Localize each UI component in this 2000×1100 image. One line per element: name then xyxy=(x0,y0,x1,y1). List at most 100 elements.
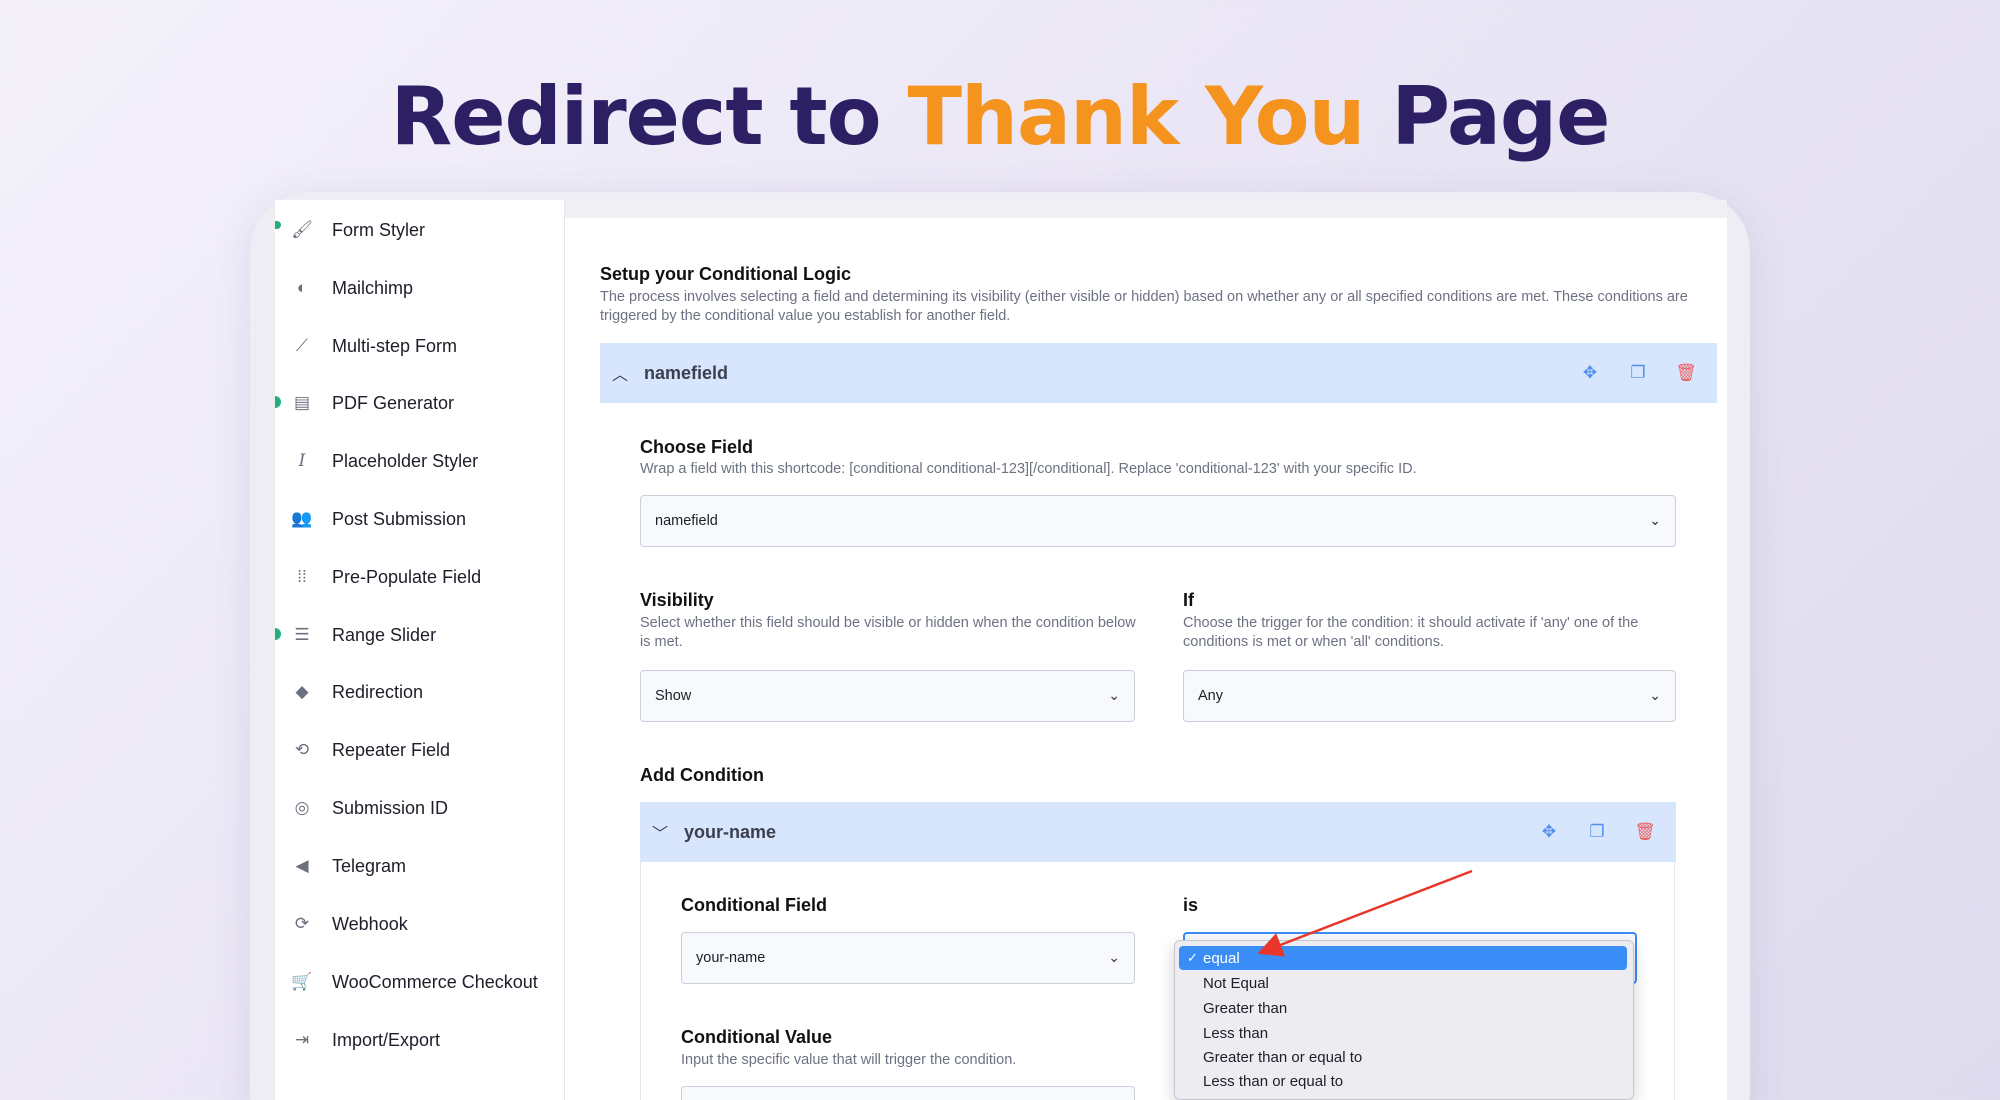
sidebar-item-label: Import/Export xyxy=(332,1029,441,1050)
sidebar-item-label: Telegram xyxy=(332,855,407,876)
sidebar-item-label: Repeater Field xyxy=(332,739,451,760)
sidebar-item-label: Placeholder Styler xyxy=(332,450,479,471)
option-label: Greater than xyxy=(1203,999,1288,1017)
panel-header-namefield[interactable]: ︿ namefield ✥ ❐ 🗑 xyxy=(600,343,1717,403)
choose-field-help: Wrap a field with this shortcode: [condi… xyxy=(640,461,1417,477)
sidebar-item-mailchimp[interactable]: ◐ Mailchimp xyxy=(290,268,413,308)
sidebar-item-pre-populate-field[interactable]: ⁞⁞ Pre-Populate Field xyxy=(290,557,481,597)
sidebar-item-redirection[interactable]: ◆ Redirection xyxy=(290,672,423,712)
chevron-down-icon: ⌄ xyxy=(1108,687,1120,703)
choose-field-label: Choose Field xyxy=(640,437,754,457)
visibility-help: Select whether this field should be visi… xyxy=(640,615,1136,650)
conditional-value-help: Input the specific value that will trigg… xyxy=(681,1052,1017,1068)
headline-accent: Thank You xyxy=(907,70,1365,163)
if-value: Any xyxy=(1198,688,1223,704)
diamond-icon: ◆ xyxy=(295,682,309,701)
status-dot xyxy=(275,628,281,640)
sidebar-item-submission-id[interactable]: ◎ Submission ID xyxy=(290,788,448,828)
visibility-value: Show xyxy=(655,688,692,704)
option-label: equal xyxy=(1203,949,1240,967)
sidebar-item-placeholder-styler[interactable]: I Placeholder Styler xyxy=(290,441,478,481)
telegram-icon: ◀ xyxy=(295,856,309,875)
sidebar-item-post-submission[interactable]: 👥 Post Submission xyxy=(290,499,466,539)
chevron-down-icon: ⌄ xyxy=(1108,949,1120,965)
is-label: is xyxy=(1183,895,1199,915)
panel-title: namefield xyxy=(644,362,729,383)
is-dropdown-menu: ✓ equal Not Equal Greater than Less than… xyxy=(1174,940,1634,1100)
conditional-value-input[interactable] xyxy=(681,1086,1135,1100)
condition-header-your-name[interactable]: ﹀ your-name ✥ ❐ 🗑 xyxy=(640,802,1676,862)
trash-icon[interactable]: 🗑 xyxy=(1634,822,1656,842)
status-dot xyxy=(275,396,281,408)
brush-icon: 🖌 xyxy=(291,220,313,239)
headline-text-1: Redirect to xyxy=(390,70,908,163)
section-title: Setup your Conditional Logic xyxy=(600,264,851,284)
sidebar-item-label: Form Styler xyxy=(332,219,426,240)
conditional-field-value: your-name xyxy=(696,950,766,966)
move-icon[interactable]: ✥ xyxy=(1538,822,1560,842)
sidebar-item-label: Mailchimp xyxy=(332,277,414,298)
italic-icon: I xyxy=(298,451,306,471)
import-export-icon: ⇥ xyxy=(294,1030,310,1049)
sidebar-item-label: Submission ID xyxy=(332,797,449,818)
sidebar-item-label: Range Slider xyxy=(332,624,437,645)
status-dot xyxy=(275,221,281,229)
if-label: If xyxy=(1183,590,1194,610)
sidebar-item-telegram[interactable]: ◀ Telegram xyxy=(290,846,406,886)
cart-icon: 🛒 xyxy=(291,972,313,991)
sidebar-item-import-export[interactable]: ⇥ Import/Export xyxy=(290,1020,440,1060)
section-description: The process involves selecting a field a… xyxy=(600,289,1688,324)
conditional-field-select[interactable]: your-name ⌄ xyxy=(681,932,1135,984)
chevron-down-icon: ⌄ xyxy=(1649,512,1661,528)
chevron-up-icon[interactable]: ︿ xyxy=(612,361,628,385)
headline-text-2: Page xyxy=(1364,70,1610,163)
sidebar: 🖌 Form Styler ◐ Mailchimp ⟋ Multi-step F… xyxy=(275,200,565,1100)
sidebar-item-range-slider[interactable]: ☰ Range Slider xyxy=(290,615,436,655)
conditional-field-label: Conditional Field xyxy=(681,895,827,915)
duplicate-icon[interactable]: ❐ xyxy=(1586,822,1608,842)
dropdown-option-not-equal[interactable]: Not Equal xyxy=(1179,971,1627,995)
page-headline: Redirect to Thank You Page xyxy=(0,70,2000,163)
sidebar-item-label: WooCommerce Checkout xyxy=(332,971,538,992)
move-icon[interactable]: ✥ xyxy=(1579,363,1601,383)
checkmark-icon: ✓ xyxy=(1187,950,1198,965)
repeat-icon: ⟲ xyxy=(294,740,310,759)
trash-icon[interactable]: 🗑 xyxy=(1675,363,1697,383)
choose-field-value: namefield xyxy=(655,513,718,529)
sliders-icon: ☰ xyxy=(294,625,310,644)
steps-icon: ⟋ xyxy=(296,336,308,355)
grid-icon: ⁞⁞ xyxy=(297,567,307,586)
pdf-icon: ▤ xyxy=(293,393,311,412)
sidebar-item-label: Multi-step Form xyxy=(332,335,458,356)
sidebar-item-label: Webhook xyxy=(332,913,408,934)
sidebar-item-webhook[interactable]: ⟳ Webhook xyxy=(290,904,408,944)
visibility-select[interactable]: Show ⌄ xyxy=(640,670,1135,722)
webhook-icon: ⟳ xyxy=(294,914,310,933)
sidebar-item-label: Redirection xyxy=(332,681,424,702)
sidebar-item-form-styler[interactable]: 🖌 Form Styler xyxy=(290,210,425,250)
choose-field-select[interactable]: namefield ⌄ xyxy=(640,495,1676,547)
if-select[interactable]: Any ⌄ xyxy=(1183,670,1676,722)
fingerprint-icon: ◎ xyxy=(294,798,310,817)
sidebar-item-label: Pre-Populate Field xyxy=(332,566,482,587)
sidebar-item-label: Post Submission xyxy=(332,508,467,529)
post-icon: 👥 xyxy=(291,509,313,528)
dropdown-option-equal[interactable]: ✓ equal xyxy=(1179,946,1627,970)
chevron-down-icon[interactable]: ﹀ xyxy=(652,820,668,844)
dropdown-option-less-than-or-equal[interactable]: Less than or equal to xyxy=(1179,1069,1627,1093)
option-label: Greater than or equal to xyxy=(1203,1048,1363,1066)
dropdown-option-less-than[interactable]: Less than xyxy=(1179,1021,1627,1045)
option-label: Less than or equal to xyxy=(1203,1072,1344,1090)
visibility-label: Visibility xyxy=(640,590,714,610)
dropdown-option-greater-than[interactable]: Greater than xyxy=(1179,996,1627,1020)
sidebar-item-pdf-generator[interactable]: ▤ PDF Generator xyxy=(290,383,454,423)
sidebar-item-multi-step-form[interactable]: ⟋ Multi-step Form xyxy=(290,326,457,366)
if-help: Choose the trigger for the condition: it… xyxy=(1183,615,1639,650)
condition-title: your-name xyxy=(684,821,777,842)
sidebar-item-woocommerce-checkout[interactable]: 🛒 WooCommerce Checkout xyxy=(290,962,538,1002)
conditional-value-label: Conditional Value xyxy=(681,1027,833,1047)
add-condition-label: Add Condition xyxy=(640,765,764,785)
sidebar-item-repeater-field[interactable]: ⟲ Repeater Field xyxy=(290,730,450,770)
duplicate-icon[interactable]: ❐ xyxy=(1627,363,1649,383)
dropdown-option-greater-than-or-equal[interactable]: Greater than or equal to xyxy=(1179,1045,1627,1069)
